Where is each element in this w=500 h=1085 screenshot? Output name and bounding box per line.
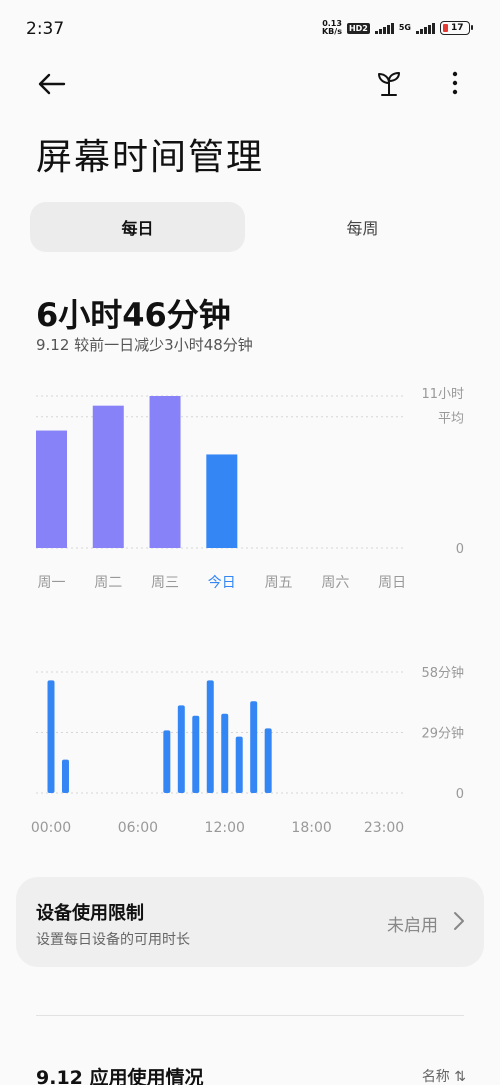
device-limit-subtitle: 设置每日设备的可用时长 bbox=[36, 932, 190, 948]
weekly-bar bbox=[36, 430, 67, 548]
hourly-bar bbox=[163, 730, 171, 793]
hourly-x-label: 18:00 bbox=[291, 820, 331, 836]
weekly-bar bbox=[206, 454, 238, 548]
more-vertical-icon[interactable] bbox=[440, 68, 470, 98]
tab-daily[interactable]: 每日 bbox=[30, 202, 245, 252]
weekly-bar bbox=[149, 396, 181, 548]
tab-weekly[interactable]: 每周 bbox=[255, 202, 470, 252]
hourly-x-label: 12:00 bbox=[205, 820, 245, 836]
battery-percent: 17 bbox=[451, 23, 464, 33]
hd-badge: HD2 bbox=[346, 22, 370, 34]
device-limit-title: 设备使用限制 bbox=[36, 903, 144, 924]
signal-icon-2 bbox=[416, 22, 435, 34]
hourly-bar bbox=[250, 701, 258, 793]
weekly-x-label: 周二 bbox=[94, 575, 122, 591]
hourly-bar bbox=[206, 680, 214, 793]
hourly-bar bbox=[47, 680, 55, 793]
network-speed-unit: KB/s bbox=[321, 27, 342, 36]
hourly-y-label-zero: 0 bbox=[456, 787, 464, 802]
sort-by-name-button[interactable]: 名称 ⇅ bbox=[422, 1066, 466, 1085]
status-icons: 0.13 KB/s HD2 5G 17 bbox=[322, 20, 473, 36]
chevron-right-icon bbox=[454, 912, 464, 930]
device-limit-card[interactable]: 设备使用限制 设置每日设备的可用时长 未启用 bbox=[16, 877, 484, 967]
y-label-zero: 0 bbox=[456, 542, 464, 557]
weekly-bar bbox=[92, 405, 124, 548]
hourly-y-label-max: 58分钟 bbox=[421, 665, 464, 681]
network-type: 5G bbox=[398, 23, 411, 32]
arrow-left-icon[interactable] bbox=[34, 66, 70, 102]
weekly-bar-chart: 11小时平均 0 周一 周二 周三 今日 周五 周六 周日 bbox=[36, 387, 464, 591]
device-limit-status: 未启用 bbox=[387, 916, 438, 936]
sprout-icon[interactable] bbox=[374, 68, 404, 98]
y-label-max: 11小时 bbox=[421, 387, 464, 402]
hourly-x-label: 23:00 bbox=[364, 820, 404, 836]
divider bbox=[36, 1015, 464, 1016]
hourly-bar bbox=[264, 728, 272, 793]
y-label-average: 平均 bbox=[438, 412, 464, 427]
status-time: 2:37 bbox=[26, 19, 65, 39]
hourly-bar bbox=[177, 705, 185, 793]
weekly-x-label: 周六 bbox=[321, 575, 349, 591]
battery-level bbox=[443, 24, 448, 32]
top-bar bbox=[0, 62, 500, 106]
period-tabs: 每日 每周 bbox=[30, 202, 470, 252]
weekly-x-label: 周三 bbox=[151, 575, 179, 591]
total-screen-time: 6小时46分钟 bbox=[36, 296, 231, 334]
hourly-x-label: 00:00 bbox=[31, 820, 71, 836]
hourly-bar-chart: 58分钟 29分钟 0 00:00 06:00 12:00 18:00 23:00 bbox=[31, 665, 464, 836]
hourly-y-label-mid: 29分钟 bbox=[421, 726, 464, 742]
network-speed: 0.13 KB/s bbox=[322, 20, 342, 36]
hourly-bar bbox=[192, 715, 200, 793]
app-usage-title: 9.12 应用使用情况 bbox=[36, 1067, 204, 1085]
weekly-x-label: 周日 bbox=[378, 575, 406, 591]
battery-icon: 17 bbox=[440, 21, 473, 35]
status-bar: 2:37 0.13 KB/s HD2 5G 17 bbox=[0, 0, 500, 60]
hourly-bar bbox=[61, 759, 69, 793]
hourly-bar bbox=[221, 713, 229, 793]
weekly-x-label: 周一 bbox=[38, 575, 66, 591]
weekly-x-label: 周五 bbox=[265, 575, 293, 591]
page-title: 屏幕时间管理 bbox=[36, 137, 265, 178]
weekly-x-label: 今日 bbox=[208, 575, 236, 591]
hourly-x-label: 06:00 bbox=[118, 820, 158, 836]
comparison-text: 9.12 较前一日减少3小时48分钟 bbox=[36, 336, 253, 354]
hourly-bar bbox=[235, 736, 243, 793]
signal-icon bbox=[374, 22, 394, 34]
